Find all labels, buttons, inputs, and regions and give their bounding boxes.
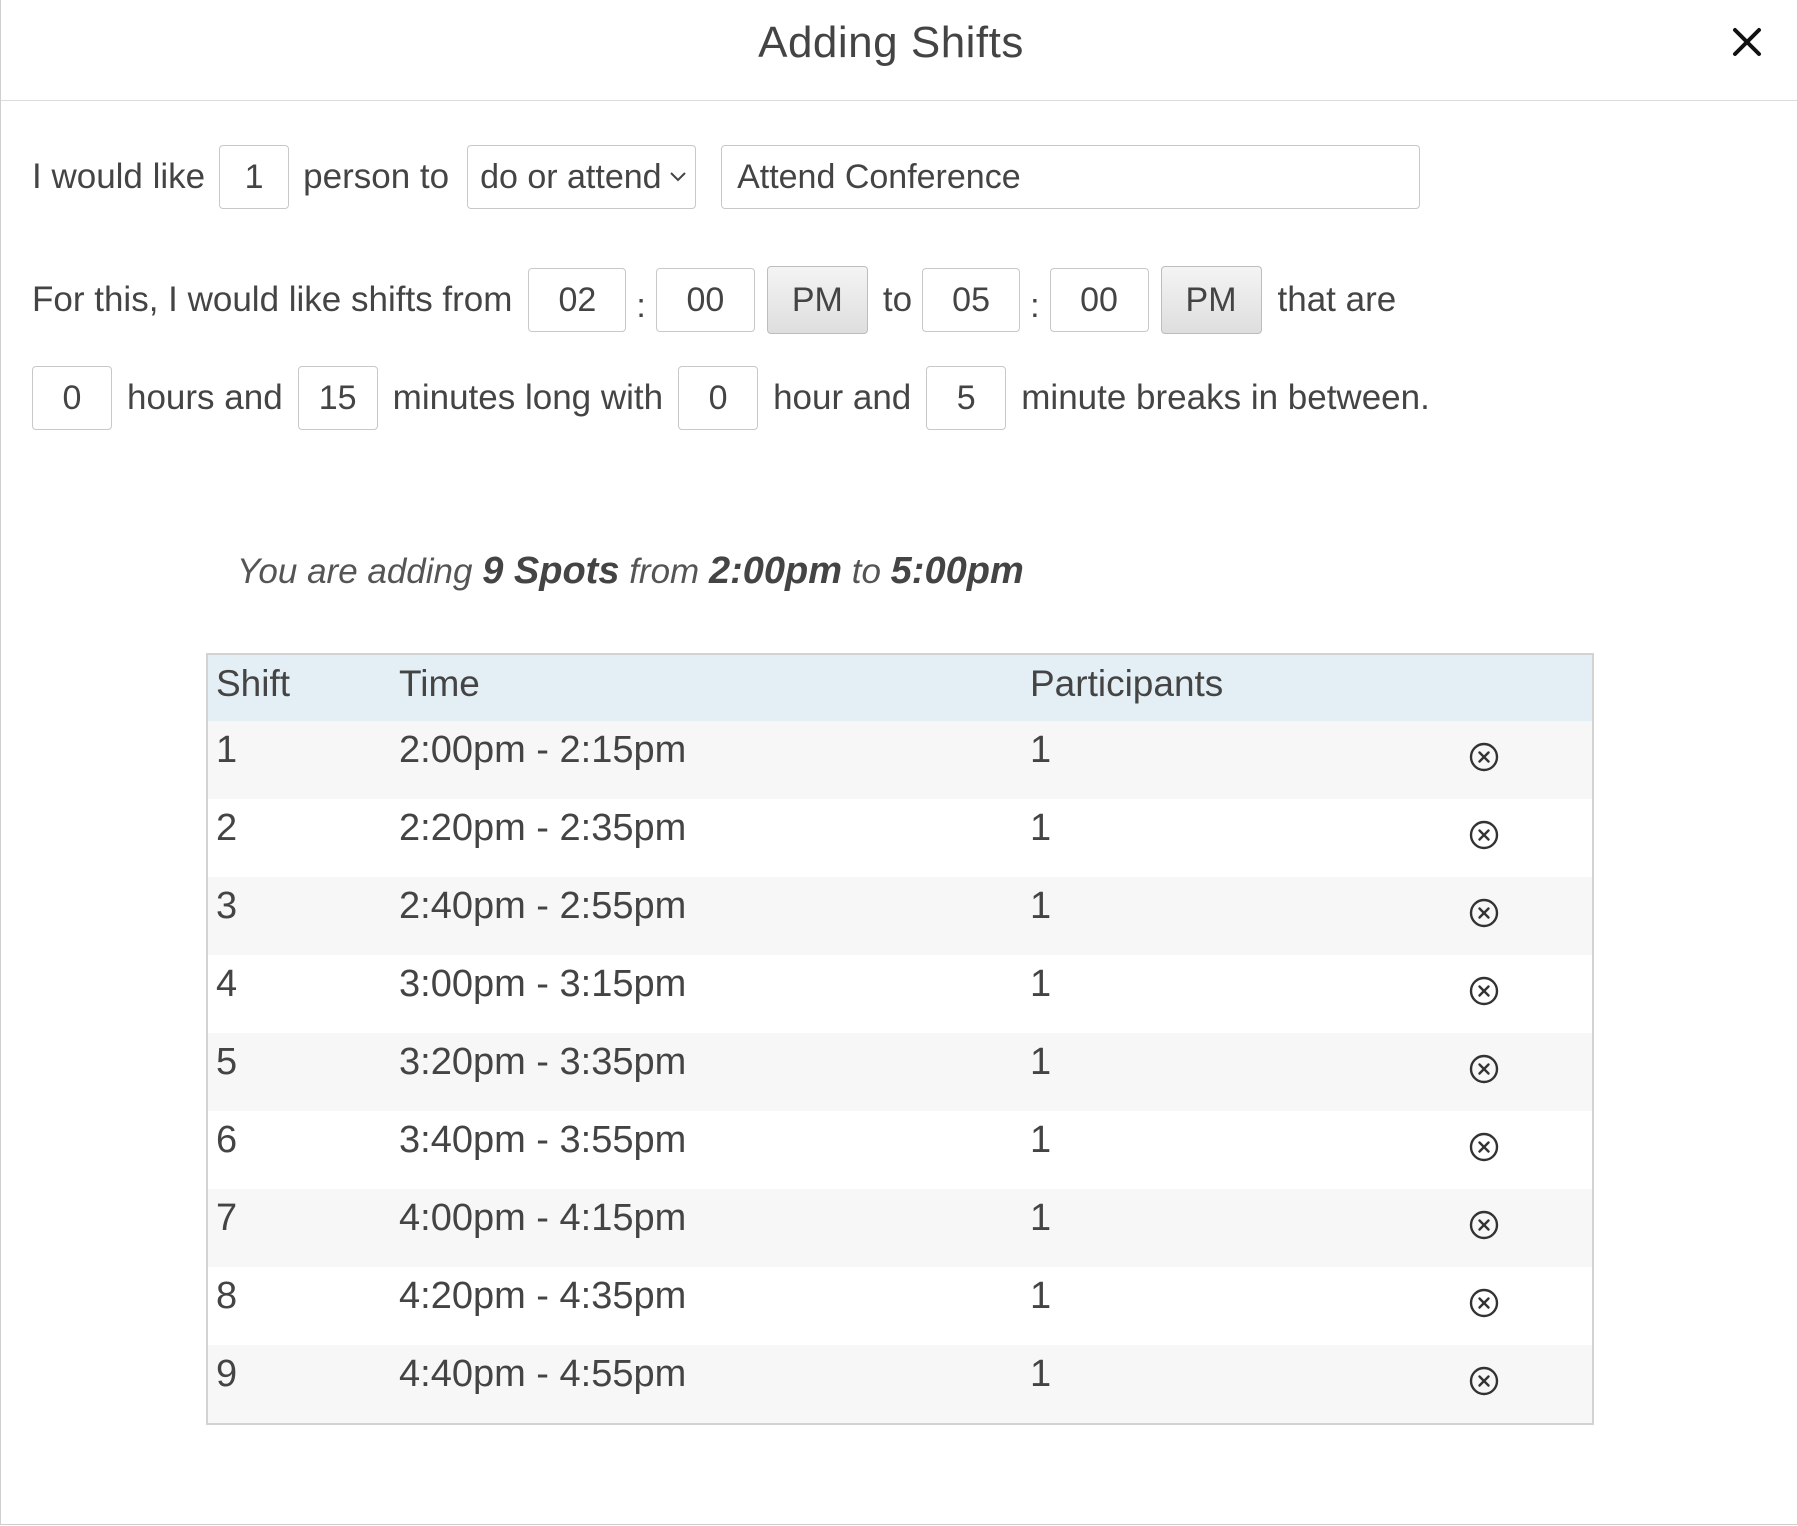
end-minute-input[interactable]: 00 bbox=[1049, 268, 1149, 332]
remove-shift-icon[interactable] bbox=[1468, 1287, 1500, 1319]
summary-end: 5:00pm bbox=[890, 550, 1024, 592]
cell-time: 2:40pm - 2:55pm bbox=[399, 885, 687, 927]
cell-participants: 1 bbox=[1030, 729, 1052, 771]
cell-shift: 2 bbox=[216, 807, 238, 849]
modal-header: Adding Shifts bbox=[1, 0, 1797, 101]
to-label: to bbox=[882, 280, 913, 319]
form-row-time-range: For this, I would like shifts from 02 : … bbox=[32, 266, 1396, 334]
remove-shift-icon[interactable] bbox=[1468, 1209, 1500, 1241]
start-ampm-button[interactable]: PM bbox=[766, 266, 868, 334]
cell-time: 3:00pm - 3:15pm bbox=[399, 963, 687, 1005]
hours-label: hours and bbox=[127, 378, 283, 417]
shifts-table: Shift Time Participants 1 2:00pm - 2:15pm… bbox=[206, 653, 1594, 1425]
cell-shift: 6 bbox=[216, 1119, 238, 1161]
cell-shift: 1 bbox=[216, 729, 238, 771]
adding-shifts-modal: Adding Shifts I would like 1 person to d… bbox=[0, 0, 1798, 1525]
cell-participants: 1 bbox=[1030, 807, 1052, 849]
row2-suffix-label: that are bbox=[1277, 280, 1397, 319]
summary-part1: You are adding bbox=[237, 552, 473, 591]
row3-suffix-label: minute breaks in between. bbox=[1021, 378, 1430, 417]
cell-participants: 1 bbox=[1030, 1041, 1052, 1083]
modal-title: Adding Shifts bbox=[758, 18, 1024, 67]
action-select-value: do or attend bbox=[480, 157, 662, 196]
table-row: 1 2:00pm - 2:15pm 1 bbox=[208, 721, 1592, 799]
chevron-down-icon bbox=[670, 172, 686, 182]
row2-prefix-label: For this, I would like shifts from bbox=[32, 280, 513, 319]
people-count-input[interactable]: 1 bbox=[219, 145, 290, 209]
break-hours-input[interactable]: 0 bbox=[678, 366, 759, 430]
table-row: 6 3:40pm - 3:55pm 1 bbox=[208, 1111, 1592, 1189]
table-header: Shift Time Participants bbox=[208, 655, 1592, 722]
cell-participants: 1 bbox=[1030, 1353, 1052, 1395]
header-time: Time bbox=[399, 663, 480, 704]
break-hours-label: hour and bbox=[773, 378, 912, 417]
shift-minutes-input[interactable]: 15 bbox=[297, 366, 378, 430]
start-minute-input[interactable]: 00 bbox=[655, 268, 755, 332]
summary-part3: to bbox=[851, 552, 881, 591]
shift-hours-input[interactable]: 0 bbox=[32, 366, 112, 430]
time-colon: : bbox=[636, 286, 646, 325]
cell-shift: 3 bbox=[216, 885, 238, 927]
summary-start: 2:00pm bbox=[708, 550, 842, 592]
cell-shift: 9 bbox=[216, 1353, 238, 1395]
remove-shift-icon[interactable] bbox=[1468, 741, 1500, 773]
cell-time: 4:40pm - 4:55pm bbox=[399, 1353, 687, 1395]
end-hour-input[interactable]: 05 bbox=[922, 268, 1021, 332]
time-colon: : bbox=[1030, 286, 1040, 325]
minutes-label: minutes long with bbox=[392, 378, 664, 417]
remove-shift-icon[interactable] bbox=[1468, 897, 1500, 929]
end-ampm-button[interactable]: PM bbox=[1160, 266, 1262, 334]
cell-participants: 1 bbox=[1030, 1275, 1052, 1317]
cell-shift: 7 bbox=[216, 1197, 238, 1239]
form-row-people: I would like 1 person to do or attend At… bbox=[32, 145, 1421, 209]
cell-participants: 1 bbox=[1030, 1119, 1052, 1161]
cell-time: 2:00pm - 2:15pm bbox=[399, 729, 687, 771]
remove-shift-icon[interactable] bbox=[1468, 819, 1500, 851]
table-row: 2 2:20pm - 2:35pm 1 bbox=[208, 799, 1592, 877]
remove-shift-icon[interactable] bbox=[1468, 1053, 1500, 1085]
table-row: 8 4:20pm - 4:35pm 1 bbox=[208, 1267, 1592, 1345]
summary-text: You are adding 9 Spots from 2:00pm to 5:… bbox=[237, 550, 1024, 593]
form-row-duration: 0 hours and 15 minutes long with 0 hour … bbox=[32, 366, 1430, 430]
table-row: 4 3:00pm - 3:15pm 1 bbox=[208, 955, 1592, 1033]
cell-time: 3:40pm - 3:55pm bbox=[399, 1119, 687, 1161]
remove-shift-icon[interactable] bbox=[1468, 1131, 1500, 1163]
cell-shift: 5 bbox=[216, 1041, 238, 1083]
header-participants: Participants bbox=[1030, 663, 1224, 704]
cell-time: 2:20pm - 2:35pm bbox=[399, 807, 687, 849]
remove-shift-icon[interactable] bbox=[1468, 1365, 1500, 1397]
break-minutes-input[interactable]: 5 bbox=[926, 366, 1007, 430]
cell-time: 4:20pm - 4:35pm bbox=[399, 1275, 687, 1317]
cell-shift: 4 bbox=[216, 963, 238, 1005]
close-icon[interactable] bbox=[1725, 20, 1769, 64]
table-row: 3 2:40pm - 2:55pm 1 bbox=[208, 877, 1592, 955]
task-name-input[interactable]: Attend Conference bbox=[721, 145, 1421, 209]
start-hour-input[interactable]: 02 bbox=[528, 268, 627, 332]
cell-shift: 8 bbox=[216, 1275, 238, 1317]
table-row: 7 4:00pm - 4:15pm 1 bbox=[208, 1189, 1592, 1267]
table-row: 9 4:40pm - 4:55pm 1 bbox=[208, 1345, 1592, 1423]
summary-spots: 9 Spots bbox=[482, 550, 620, 592]
cell-time: 3:20pm - 3:35pm bbox=[399, 1041, 687, 1083]
table-row: 5 3:20pm - 3:35pm 1 bbox=[208, 1033, 1592, 1111]
cell-participants: 1 bbox=[1030, 963, 1052, 1005]
remove-shift-icon[interactable] bbox=[1468, 975, 1500, 1007]
row1-middle-label: person to bbox=[303, 157, 450, 196]
action-select[interactable]: do or attend bbox=[467, 145, 697, 209]
cell-participants: 1 bbox=[1030, 885, 1052, 927]
row1-prefix-label: I would like bbox=[32, 157, 206, 196]
summary-part2: from bbox=[629, 552, 700, 591]
header-shift: Shift bbox=[216, 663, 291, 704]
cell-time: 4:00pm - 4:15pm bbox=[399, 1197, 687, 1239]
cell-participants: 1 bbox=[1030, 1197, 1052, 1239]
